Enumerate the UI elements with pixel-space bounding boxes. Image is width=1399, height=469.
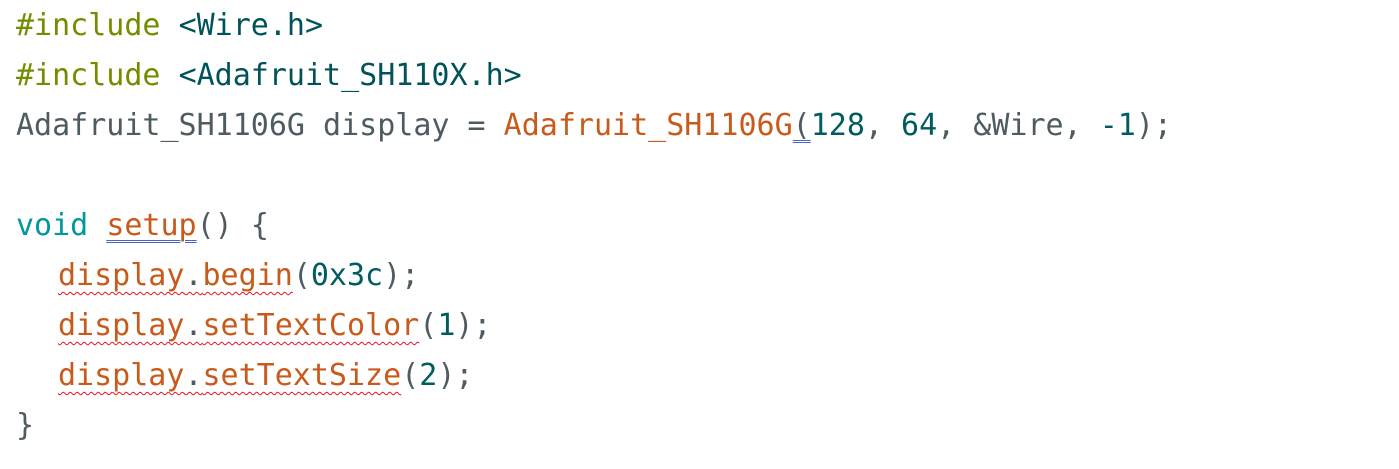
method-name: begin [202,258,293,293]
open-brace: { [250,208,269,243]
dot: . [184,308,203,343]
object-display: display [58,258,185,293]
constructor-name: Adafruit_SH1106G [503,108,793,143]
close-brace: } [16,408,35,443]
include-header-sh110x: <Adafruit_SH110X.h> [178,58,522,93]
keyword-void: void [16,208,89,243]
include-header-wire: <Wire.h> [178,8,324,43]
type-name: Adafruit_SH1106G [16,108,305,143]
close-paren-semicolon: ); [437,358,474,393]
object-display: display [58,358,185,393]
method-name: setTextSize [202,358,402,393]
function-name-setup: setup [106,208,197,243]
code-line-8: display.setTextSize(2); [16,351,473,401]
open-paren: ( [419,308,438,343]
code-line-2: #include <Adafruit_SH110X.h> [16,51,522,101]
arg-size: 2 [419,358,438,393]
preprocessor-directive: #include [16,8,161,43]
method-name: setTextColor [202,308,420,343]
arg-width: 128 [810,108,865,143]
dot: . [184,258,203,293]
arg-color: 1 [437,308,456,343]
parens: () [196,208,233,243]
variable-name: display [323,108,450,143]
dot: . [184,358,203,393]
code-line-6: display.begin(0x3c); [16,251,419,301]
arg-wire: &Wire [973,108,1064,143]
open-paren: ( [792,108,811,143]
constructor-call: Adafruit_SH1106G [504,108,793,143]
close-paren-semicolon: ); [455,308,492,343]
arg-reset-pin: -1 [1099,108,1136,143]
method-call-settextcolor: display.setTextColor [58,308,419,343]
open-paren: ( [292,258,311,293]
preprocessor-directive: #include [16,58,161,93]
comma: , [1063,108,1082,143]
code-editor[interactable]: #include <Wire.h> #include <Adafruit_SH1… [16,0,1386,469]
open-paren: ( [401,358,420,393]
comma: , [937,108,956,143]
object-display: display [58,308,185,343]
code-line-1: #include <Wire.h> [16,1,323,51]
method-call-settextsize: display.setTextSize [58,358,401,393]
comma: , [864,108,883,143]
arg-height: 64 [901,108,938,143]
arg-address: 0x3c [310,258,384,293]
code-line-7: display.setTextColor(1); [16,301,492,351]
close-paren-semicolon: ); [383,258,420,293]
code-line-3: Adafruit_SH1106G display = Adafruit_SH11… [16,101,1172,151]
assign-operator: = [467,108,486,143]
code-line-9: } [16,401,34,451]
close-paren-semicolon: ); [1135,108,1172,143]
code-line-5: void setup() { [16,201,269,251]
method-call-begin: display.begin [58,258,293,293]
